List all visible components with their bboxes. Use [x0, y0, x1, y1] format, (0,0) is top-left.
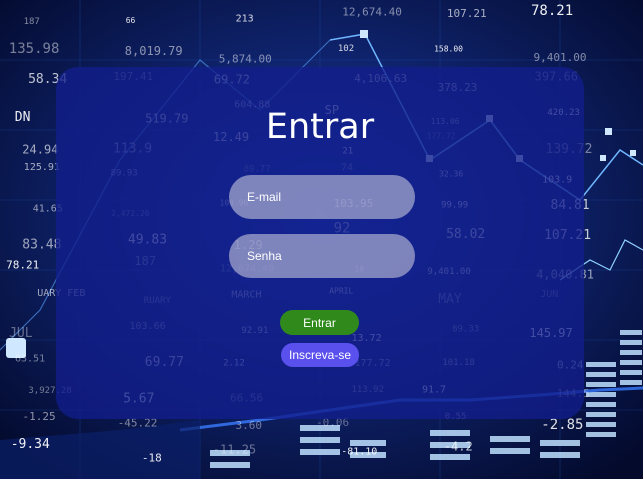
background-number: 63.51	[15, 353, 45, 364]
background-number: -1.25	[23, 410, 56, 423]
background-number: -4.2	[444, 440, 473, 454]
login-title: Entrar	[265, 107, 375, 147]
background-number: 213	[236, 13, 254, 24]
email-input[interactable]	[229, 175, 415, 219]
background-number: 66	[126, 16, 136, 25]
login-button[interactable]: Entrar	[280, 310, 359, 335]
background-number: 158.00	[434, 44, 463, 53]
background-number: 78.21	[531, 3, 573, 19]
background-number: -81.10	[341, 447, 377, 458]
background-number: 107.21	[447, 7, 487, 20]
background-number: 187	[24, 17, 40, 27]
background-number: 24.94	[22, 143, 58, 157]
login-panel: Entrar Entrar Inscreva-se	[56, 67, 584, 419]
background-number: 8,019.79	[125, 44, 183, 58]
background-number: JUL	[9, 326, 33, 341]
background-number: 9,401.00	[534, 51, 587, 64]
background-number: -9.34	[11, 437, 50, 452]
background-number: 135.98	[9, 41, 60, 57]
background-number: 12,674.40	[342, 5, 402, 18]
background-number: 78.21	[6, 259, 39, 272]
background-number: 125.91	[24, 162, 60, 173]
signup-button[interactable]: Inscreva-se	[281, 343, 359, 367]
background-number: DN	[15, 110, 31, 125]
password-input[interactable]	[229, 234, 415, 278]
background-number: 102	[338, 44, 354, 54]
background-number: -11.25	[213, 443, 256, 457]
background-number: 5,874.00	[219, 53, 272, 66]
background-number: 3.60	[236, 419, 263, 432]
background-number: -2.85	[541, 417, 583, 433]
background-number: -18	[142, 452, 162, 465]
